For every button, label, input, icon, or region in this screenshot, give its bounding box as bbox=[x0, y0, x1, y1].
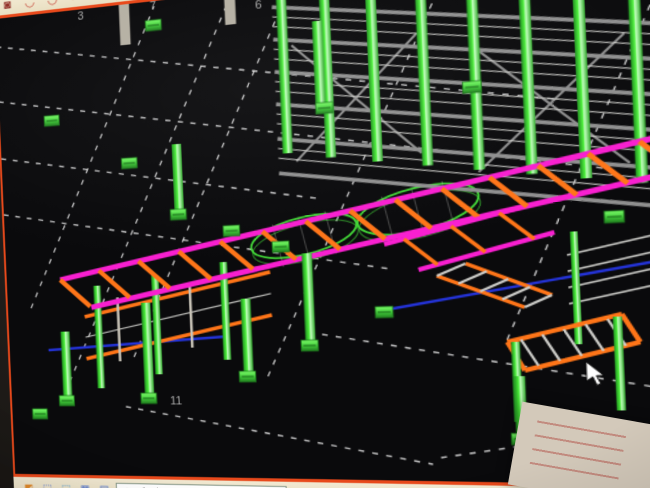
footing-block bbox=[272, 241, 289, 253]
grid-label: 7 bbox=[150, 0, 157, 13]
select-points-icon[interactable]: ⬚ bbox=[59, 483, 75, 488]
footing-block bbox=[170, 209, 186, 220]
selection-filter-combo[interactable] bbox=[116, 482, 288, 488]
footing-block bbox=[44, 115, 59, 126]
footing-block bbox=[239, 371, 256, 382]
footing-block bbox=[141, 393, 157, 403]
grid-label: 3 bbox=[77, 10, 84, 23]
footing-block bbox=[223, 225, 240, 236]
select-rows-icon[interactable]: ▤ bbox=[96, 483, 112, 488]
footing-block bbox=[33, 409, 48, 419]
paper-text-lines bbox=[530, 415, 627, 480]
dark-red-node-icon[interactable]: ◙ bbox=[0, 0, 16, 14]
footing-block bbox=[462, 81, 481, 94]
red-clamp-icon[interactable]: ◡ bbox=[21, 0, 39, 11]
select-parts-icon[interactable]: ⬚ bbox=[40, 482, 55, 488]
select-grid-icon[interactable]: ▦ bbox=[77, 483, 93, 488]
red-pen-icon[interactable]: ✐ bbox=[66, 0, 85, 6]
mouse-cursor bbox=[586, 361, 604, 385]
desk-photo: ▦◫⬒▥⊞◨✦▤◧▨ ◙◡◡✐⊘ ⊠▢◯△✕⌐Σƶ✓↗ ⚭▼♻▬⚑⚑▨▫ ⌐−⚑… bbox=[0, 0, 650, 488]
footing-block bbox=[604, 210, 624, 223]
footing-block bbox=[145, 19, 161, 31]
footing-block bbox=[301, 340, 318, 351]
grid-label: 11 bbox=[170, 395, 183, 408]
footing-block bbox=[375, 306, 393, 318]
select-all-icon[interactable]: ◩ bbox=[21, 482, 36, 488]
footing-block bbox=[59, 396, 74, 406]
footing-block bbox=[121, 157, 137, 168]
grid-label: 6 bbox=[255, 0, 262, 12]
red-clamp2-icon[interactable]: ◡ bbox=[43, 0, 62, 8]
footing-block bbox=[315, 102, 333, 114]
